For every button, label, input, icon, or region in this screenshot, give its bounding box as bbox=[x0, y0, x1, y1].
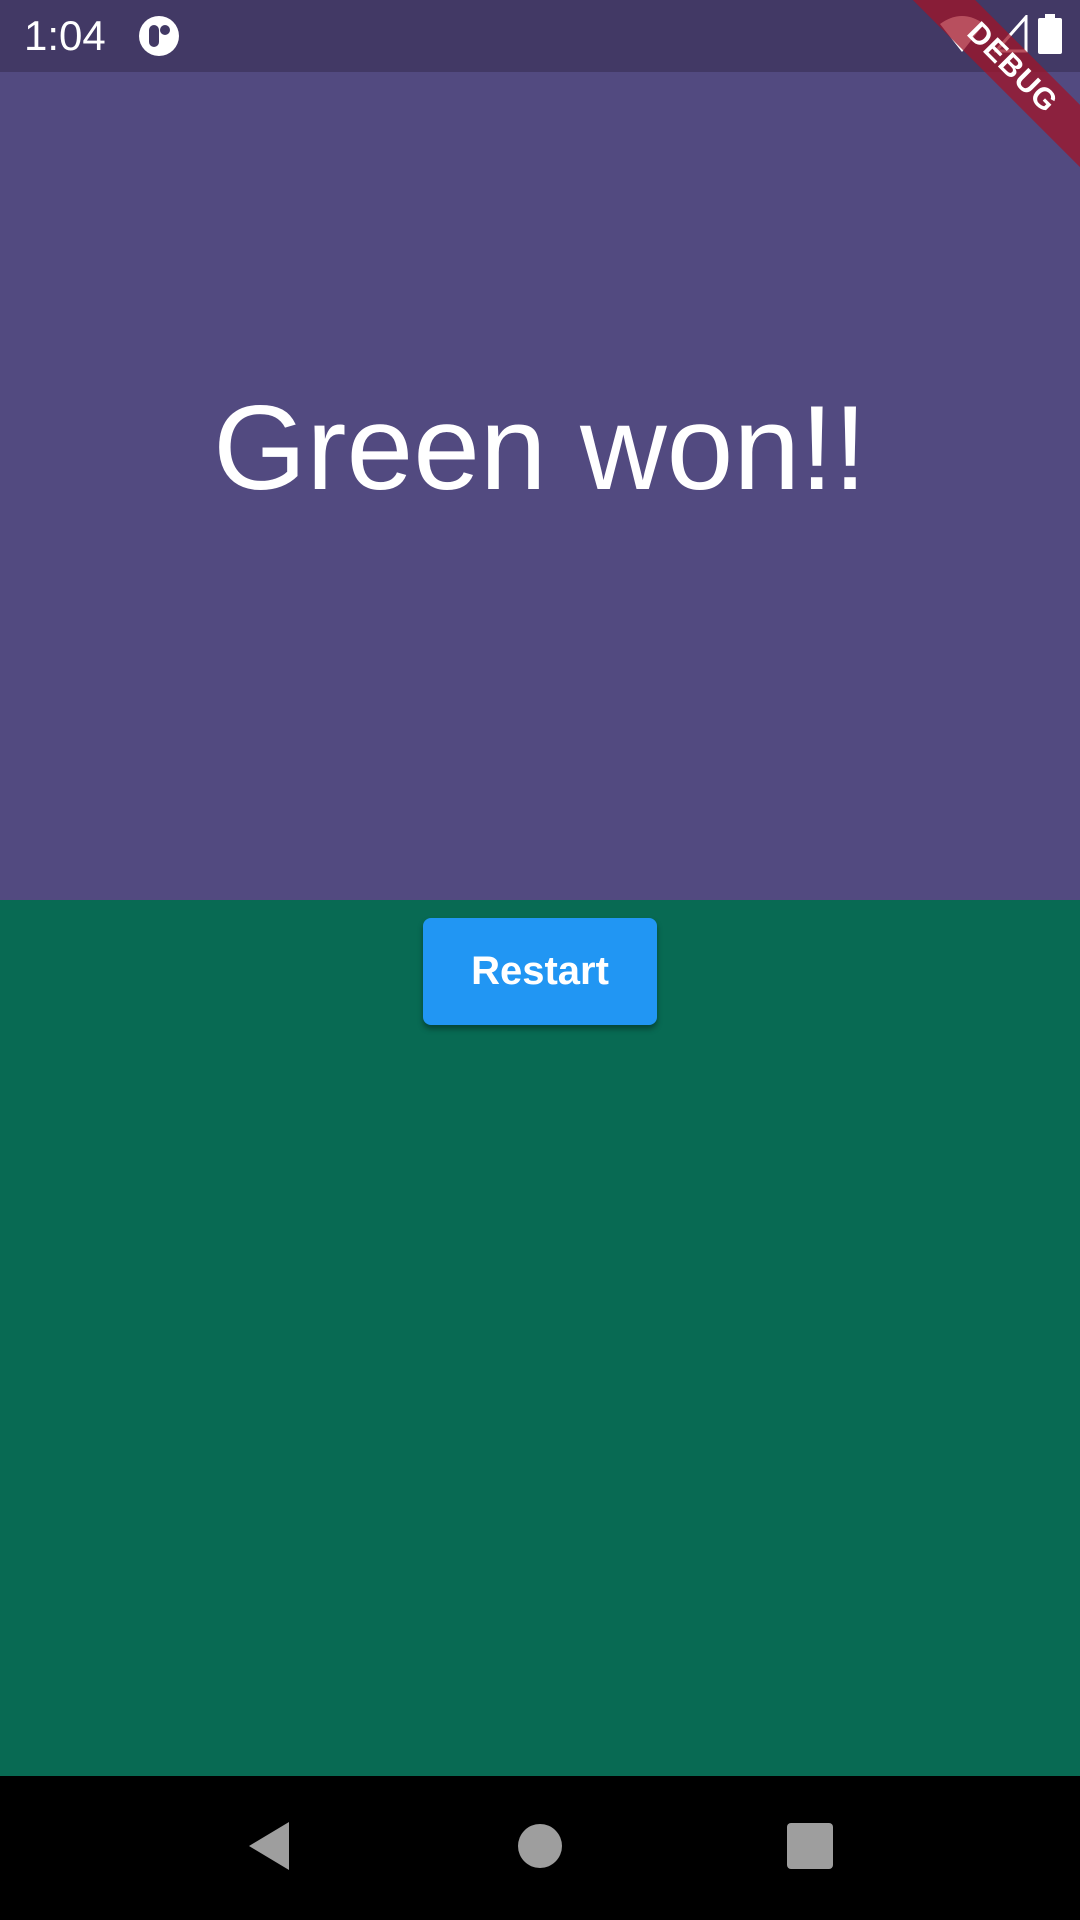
recents-button[interactable] bbox=[774, 1812, 846, 1884]
back-icon bbox=[245, 1820, 293, 1877]
status-icons bbox=[940, 12, 1062, 59]
home-icon bbox=[517, 1823, 563, 1874]
status-time: 1:04 bbox=[24, 12, 106, 59]
status-bar: 1:04 bbox=[0, 0, 1080, 72]
navigation-bar bbox=[0, 1776, 1080, 1920]
win-message: Green won!! bbox=[213, 381, 867, 515]
app-screen: 1:04 Green won!! Restart DEBUG bbox=[0, 0, 1080, 1920]
bottom-player-panel[interactable] bbox=[0, 900, 1080, 1776]
cell-signal-icon bbox=[992, 12, 1028, 58]
app-notification-icon bbox=[138, 15, 180, 57]
battery-icon bbox=[1038, 13, 1062, 59]
restart-button[interactable]: Restart bbox=[423, 918, 657, 1025]
home-button[interactable] bbox=[504, 1812, 576, 1884]
recents-icon bbox=[787, 1822, 833, 1874]
wifi-icon bbox=[940, 14, 984, 59]
back-button[interactable] bbox=[233, 1812, 305, 1884]
